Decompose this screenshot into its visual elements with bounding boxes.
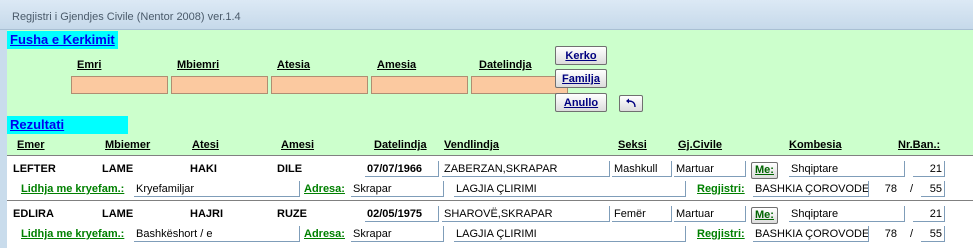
cancel-button[interactable]: Anullo bbox=[555, 93, 607, 112]
me-button[interactable]: Me: bbox=[751, 207, 778, 224]
search-panel: Fusha e Kerkimit Emri Mbiemri Atesia Ame… bbox=[7, 30, 973, 116]
label-atesia: Atesia bbox=[277, 59, 311, 71]
atesia-input[interactable] bbox=[271, 76, 368, 94]
col-header-emer: Emer bbox=[17, 139, 45, 151]
label-family-link: Lidhja me kryefam.: bbox=[21, 183, 125, 195]
me-button[interactable]: Me: bbox=[751, 162, 778, 179]
label-registry: Regjistri: bbox=[697, 228, 745, 240]
cell-atesi: HAKI bbox=[190, 163, 217, 175]
cell-datelindja: 02/05/1975 bbox=[365, 206, 439, 222]
slash-separator: / bbox=[910, 183, 914, 195]
cell-atesi: HAJRI bbox=[190, 208, 224, 220]
undo-button[interactable] bbox=[619, 95, 643, 112]
search-button[interactable]: Kerko bbox=[555, 46, 607, 65]
cell-reg-num: 78 bbox=[884, 183, 897, 195]
cell-emer: EDLIRA bbox=[13, 208, 54, 220]
cell-datelindja: 07/07/1966 bbox=[365, 161, 439, 177]
cell-nr-ban: 21 bbox=[913, 206, 945, 222]
label-amesia: Amesia bbox=[377, 59, 417, 71]
cell-vendlindja: ZABERZAN,SKRAPAR bbox=[442, 161, 610, 177]
cell-gj-civile: Martuar bbox=[674, 161, 746, 177]
cell-mbiemer: LAME bbox=[102, 163, 134, 175]
cell-lidhja: Kryefamiljar bbox=[134, 181, 300, 197]
undo-arrow-icon bbox=[626, 98, 636, 108]
family-button[interactable]: Familja bbox=[555, 69, 607, 88]
label-registry: Regjistri: bbox=[697, 183, 745, 195]
label-datelindja: Datelindja bbox=[479, 59, 532, 71]
slash-separator: / bbox=[910, 228, 914, 240]
search-section-title: Fusha e Kerkimit bbox=[7, 31, 118, 49]
col-header-vendlindja: Vendlindja bbox=[444, 139, 500, 151]
label-address: Adresa: bbox=[304, 183, 345, 195]
col-header-gj-civile: Gj.Civile bbox=[678, 139, 723, 151]
col-header-atesi: Atesi bbox=[192, 139, 219, 151]
cell-kombesia: Shqiptare bbox=[789, 206, 905, 222]
cell-mbiemer: LAME bbox=[102, 208, 134, 220]
cell-seksi: Mashkull bbox=[612, 161, 672, 177]
label-address: Adresa: bbox=[304, 228, 345, 240]
cell-emer: LEFTER bbox=[13, 163, 56, 175]
cell-lagjia: LAGJIA ÇLIRIMI bbox=[454, 226, 686, 242]
cell-reg-total: 55 bbox=[921, 181, 945, 197]
cell-lidhja: Bashkëshort / e bbox=[134, 226, 300, 242]
cell-lagjia: LAGJIA ÇLIRIMI bbox=[454, 181, 686, 197]
cell-reg-total: 55 bbox=[921, 226, 945, 242]
results-section-title: Rezultati bbox=[7, 116, 128, 134]
col-header-nr-ban: Nr.Ban.: bbox=[898, 139, 941, 151]
results-panel: Rezultati Emer Mbiemer Atesi Amesi Datel… bbox=[7, 116, 973, 248]
col-header-datelindja: Datelindja bbox=[374, 139, 427, 151]
title-bar: Regjistri i Gjendjes Civile (Nentor 2008… bbox=[0, 0, 973, 30]
label-emri: Emri bbox=[77, 59, 102, 71]
emri-input[interactable] bbox=[71, 76, 168, 94]
col-header-mbiemer: Mbiemer bbox=[105, 139, 151, 151]
cell-amesi: RUZE bbox=[277, 208, 307, 220]
cell-regjistri: BASHKIA ÇOROVODE bbox=[753, 226, 869, 242]
amesia-input[interactable] bbox=[371, 76, 468, 94]
cell-reg-num: 78 bbox=[884, 228, 897, 240]
col-header-kombesia: Kombesia bbox=[789, 139, 842, 151]
label-family-link: Lidhja me kryefam.: bbox=[21, 228, 125, 240]
cell-adresa: Skrapar bbox=[351, 226, 444, 242]
cell-vendlindja: SHAROVË,SKRAPAR bbox=[442, 206, 610, 222]
cell-gj-civile: Martuar bbox=[674, 206, 746, 222]
cell-kombesia: Shqiptare bbox=[789, 161, 905, 177]
col-header-seksi: Seksi bbox=[618, 139, 647, 151]
cell-regjistri: BASHKIA ÇOROVODE bbox=[753, 181, 869, 197]
col-header-amesi: Amesi bbox=[281, 139, 315, 151]
mbiemri-input[interactable] bbox=[171, 76, 268, 94]
label-mbiemri: Mbiemri bbox=[177, 59, 220, 71]
cell-nr-ban: 21 bbox=[913, 161, 945, 177]
cell-seksi: Femër bbox=[612, 206, 672, 222]
cell-amesi: DILE bbox=[277, 163, 303, 175]
window-title: Regjistri i Gjendjes Civile (Nentor 2008… bbox=[12, 11, 241, 23]
datelindja-input[interactable] bbox=[471, 76, 568, 94]
cell-adresa: Skrapar bbox=[351, 181, 444, 197]
